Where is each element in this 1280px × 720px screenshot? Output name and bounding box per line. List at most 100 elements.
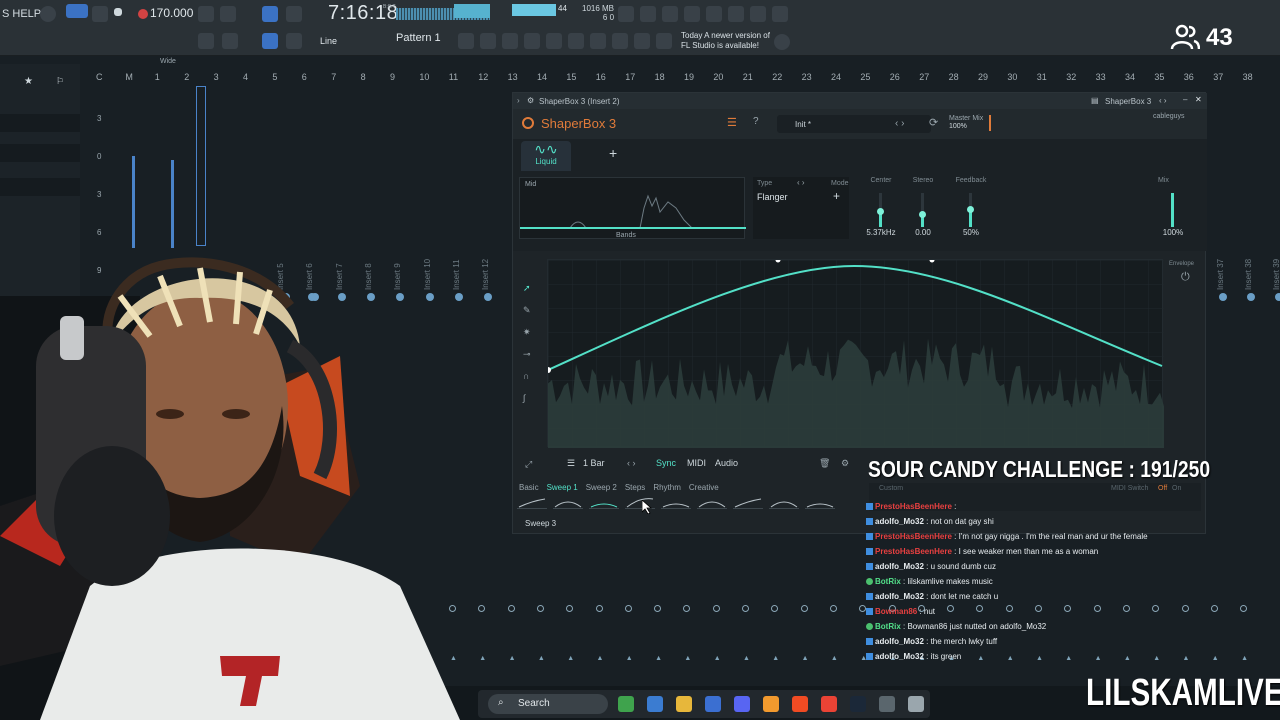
power-icon[interactable] [522, 117, 534, 129]
cloud-icon[interactable] [634, 33, 650, 49]
shape-preset[interactable] [805, 495, 835, 509]
insert-knob[interactable] [484, 293, 492, 301]
route-arrow-icon[interactable]: ▲ [597, 655, 604, 662]
tempo-tap-icon[interactable] [546, 33, 562, 49]
type-nav-icon[interactable]: ‹ › [797, 178, 805, 187]
star-icon[interactable]: ★ [24, 76, 33, 87]
snap-mode[interactable]: Line [320, 36, 337, 46]
sync-button[interactable]: Sync [656, 458, 676, 468]
send-knob[interactable] [1122, 605, 1130, 612]
route-arrow-icon[interactable]: ▲ [1007, 655, 1014, 662]
window-menu-icon[interactable]: ▤ [1091, 96, 1099, 105]
curve-tool-icon[interactable]: ∩ [523, 371, 533, 381]
param-stereo-slider[interactable]: Stereo 0.00 [901, 177, 945, 239]
shape-tab-creative[interactable]: Creative [689, 483, 719, 492]
send-knob[interactable] [1035, 605, 1042, 612]
route-arrow-icon[interactable]: ▲ [1183, 655, 1190, 662]
typing-keyboard-icon[interactable] [262, 6, 278, 22]
nav-arrows-icon[interactable]: ‹ › [1159, 96, 1167, 105]
record-icon[interactable] [138, 9, 148, 19]
loop-record-icon[interactable] [286, 6, 302, 22]
send-knob[interactable] [712, 605, 720, 612]
band-display[interactable]: Mid Bands [519, 177, 746, 239]
wait-input-icon[interactable] [220, 6, 236, 22]
send-knob[interactable] [742, 605, 749, 612]
shape-tab-rhythm[interactable]: Rhythm [653, 483, 681, 492]
help-menu[interactable]: S HELP [2, 8, 41, 20]
close-icon[interactable]: ✕ [1195, 95, 1202, 104]
route-arrow-icon[interactable]: ▲ [802, 655, 809, 662]
route-arrow-icon[interactable]: ▲ [1241, 655, 1248, 662]
store-icon[interactable] [705, 696, 721, 712]
on-label[interactable]: On [1172, 485, 1181, 492]
plugin-titlebar[interactable]: › ⚙ ShaperBox 3 (Insert 2) ▤ ShaperBox 3… [513, 93, 1207, 109]
param-center-slider[interactable]: Center 5.37kHz [859, 177, 903, 239]
pencil-tool-icon[interactable]: ✎ [523, 305, 533, 315]
shape-preset[interactable] [517, 495, 547, 509]
app-icon[interactable] [879, 696, 895, 712]
play-icon[interactable] [92, 6, 108, 22]
chat-username[interactable]: adolfo_Mo32 [875, 652, 924, 661]
shape-tab-sweep-2[interactable]: Sweep 2 [586, 483, 617, 492]
metronome-icon[interactable] [198, 6, 214, 22]
chat-username[interactable]: PrestoHasBeenHere [875, 502, 952, 511]
save-icon[interactable] [706, 6, 722, 22]
reload-icon[interactable]: ⟳ [929, 116, 938, 129]
shape-tab-sweep-1[interactable]: Sweep 1 [547, 483, 578, 492]
chat-username[interactable]: adolfo_Mo32 [875, 592, 924, 601]
send-knob[interactable] [624, 605, 632, 612]
route-arrow-icon[interactable]: ▲ [743, 655, 750, 662]
shape-preset[interactable] [553, 495, 583, 509]
explorer-icon[interactable] [676, 696, 692, 712]
mix-slider[interactable]: 100% [1151, 177, 1195, 239]
slider-thumb[interactable] [877, 207, 884, 215]
shape-preset[interactable] [697, 495, 727, 509]
notes-icon[interactable] [568, 33, 584, 49]
add-effect-button[interactable]: + [609, 145, 617, 161]
tempo-display[interactable]: 170.000 [150, 6, 193, 20]
shape-preset[interactable] [589, 495, 619, 509]
taskbar-search[interactable]: ⌕ Search [488, 694, 608, 714]
envelope-power-icon[interactable]: ⏻ [1181, 271, 1190, 284]
minimize-icon[interactable]: – [1183, 95, 1187, 104]
send-knob[interactable] [536, 605, 544, 612]
shape-preset[interactable] [661, 495, 691, 509]
param-feedback-slider[interactable]: Feedback 50% [949, 177, 993, 239]
shape-tab-basic[interactable]: Basic [519, 483, 539, 492]
route-arrow-icon[interactable]: ▲ [538, 655, 545, 662]
tab-liquid[interactable]: ∿∿ Liquid [521, 141, 571, 171]
mixer-icon[interactable] [502, 33, 518, 49]
chat-icon[interactable] [750, 6, 766, 22]
refresh-icon[interactable] [618, 6, 634, 22]
type-selector[interactable]: Type ‹ › Mode Flanger + [753, 177, 849, 239]
piano-roll-icon[interactable] [458, 33, 474, 49]
insert-knob[interactable] [1247, 293, 1255, 301]
route-arrow-icon[interactable]: ▲ [1065, 655, 1072, 662]
preset-selector[interactable]: Init * ‹ › [777, 115, 931, 133]
copilot-icon[interactable] [647, 696, 663, 712]
insert-knob[interactable] [1219, 293, 1227, 301]
audio-button[interactable]: Audio [715, 458, 738, 468]
route-arrow-icon[interactable]: ▲ [1212, 655, 1219, 662]
route-arrow-icon[interactable]: ▲ [509, 655, 516, 662]
chrome-icon[interactable] [821, 696, 837, 712]
expand-icon[interactable]: ⤢ [525, 459, 532, 470]
discord-icon[interactable] [734, 696, 750, 712]
length-menu-icon[interactable]: ☰ [567, 458, 575, 469]
brave-icon[interactable] [792, 696, 808, 712]
send-knob[interactable] [507, 605, 515, 612]
trash-icon[interactable]: 🗑 [819, 458, 830, 469]
shape-preset[interactable] [769, 495, 799, 509]
route-arrow-icon[interactable]: ▲ [684, 655, 691, 662]
s-curve-tool-icon[interactable]: ∫ [523, 393, 533, 403]
browser-icon[interactable] [524, 33, 540, 49]
pointer-tool-icon[interactable]: ➚ [523, 283, 533, 293]
route-arrow-icon[interactable]: ▲ [479, 655, 486, 662]
render-icon[interactable] [684, 6, 700, 22]
stamp-icon[interactable] [286, 33, 302, 49]
route-arrow-icon[interactable]: ▲ [977, 655, 984, 662]
shape-editor[interactable] [545, 257, 1164, 448]
master-mix-control[interactable]: Master Mix 100% [949, 115, 991, 133]
slider-thumb[interactable] [919, 211, 926, 219]
send-knob[interactable] [1181, 605, 1189, 612]
